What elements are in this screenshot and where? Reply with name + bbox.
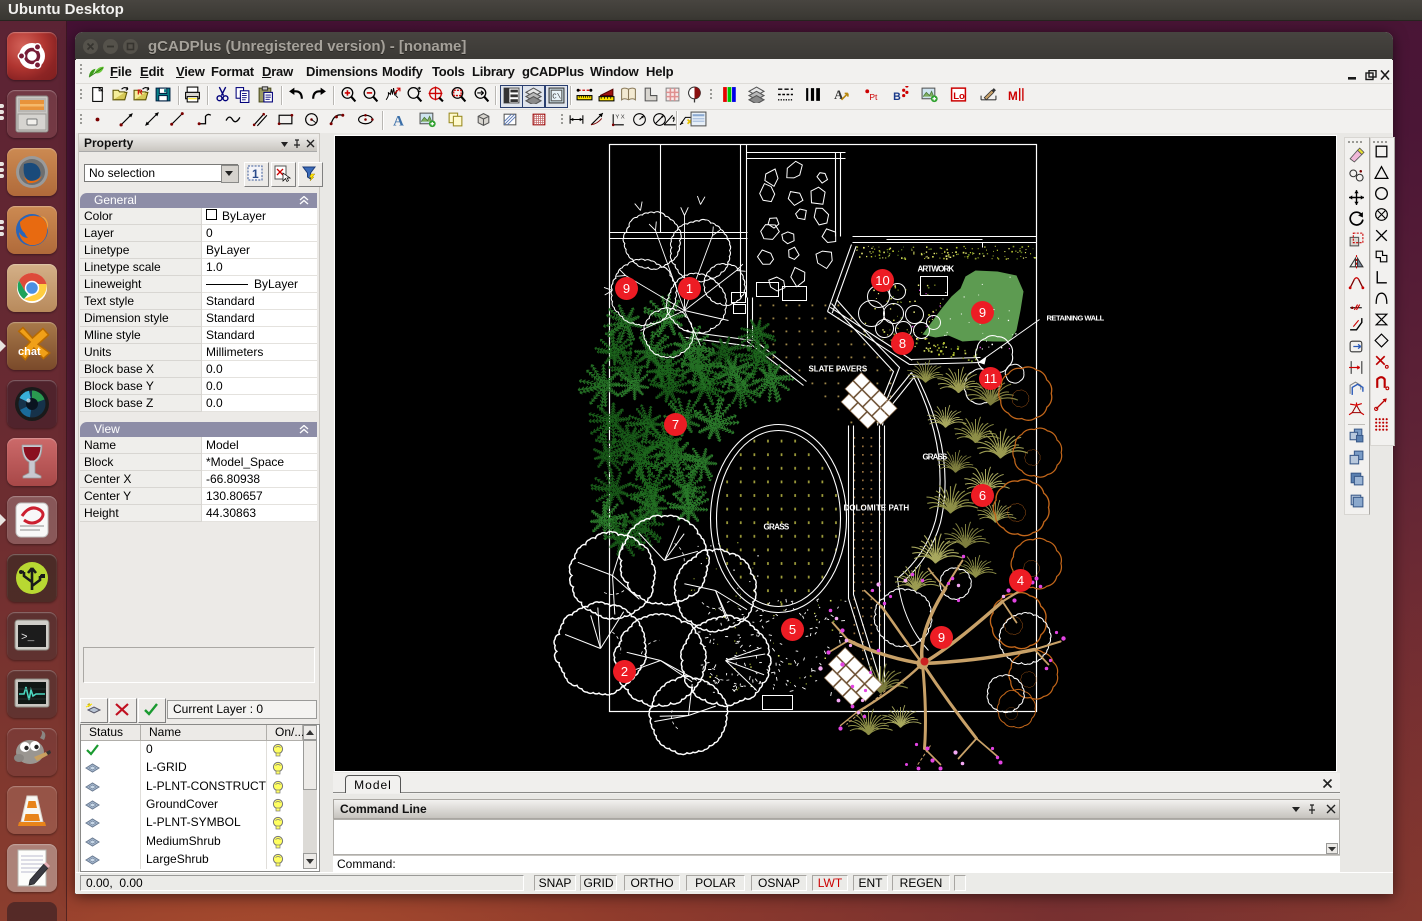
svg-text:9: 9 — [938, 630, 945, 645]
svg-text:9: 9 — [979, 305, 986, 320]
svg-text:1: 1 — [252, 167, 259, 181]
svg-text:GRASS: GRASS — [764, 523, 790, 532]
svg-text:B: B — [893, 91, 901, 103]
svg-text:6: 6 — [979, 488, 986, 503]
svg-text:1: 1 — [686, 281, 693, 296]
svg-text:10: 10 — [875, 273, 889, 288]
svg-text:>_: >_ — [21, 632, 35, 644]
svg-text:DOLOMITE PATH: DOLOMITE PATH — [844, 504, 910, 513]
svg-text:Lo: Lo — [953, 91, 965, 102]
svg-text:C\: C\ — [552, 94, 561, 102]
svg-text:11: 11 — [984, 371, 998, 386]
svg-text:4: 4 — [1017, 573, 1024, 588]
svg-text:ARTWORK: ARTWORK — [918, 265, 955, 274]
svg-text:GRASS: GRASS — [923, 453, 948, 462]
svg-text:A: A — [393, 113, 404, 128]
svg-text:8: 8 — [899, 336, 906, 351]
svg-text:2: 2 — [621, 664, 628, 679]
svg-text:7: 7 — [672, 417, 679, 432]
svg-text:R: R — [137, 88, 143, 97]
svg-text:Pt: Pt — [869, 92, 878, 102]
svg-text:5: 5 — [789, 622, 796, 637]
svg-text:SLATE PAVERS: SLATE PAVERS — [809, 365, 868, 374]
svg-text:RETAINING WALL: RETAINING WALL — [1047, 314, 1105, 323]
svg-text:chat: chat — [18, 346, 41, 358]
svg-text:Y X: Y X — [615, 114, 624, 120]
svg-text:M: M — [1008, 90, 1018, 103]
svg-text:9: 9 — [623, 281, 630, 296]
